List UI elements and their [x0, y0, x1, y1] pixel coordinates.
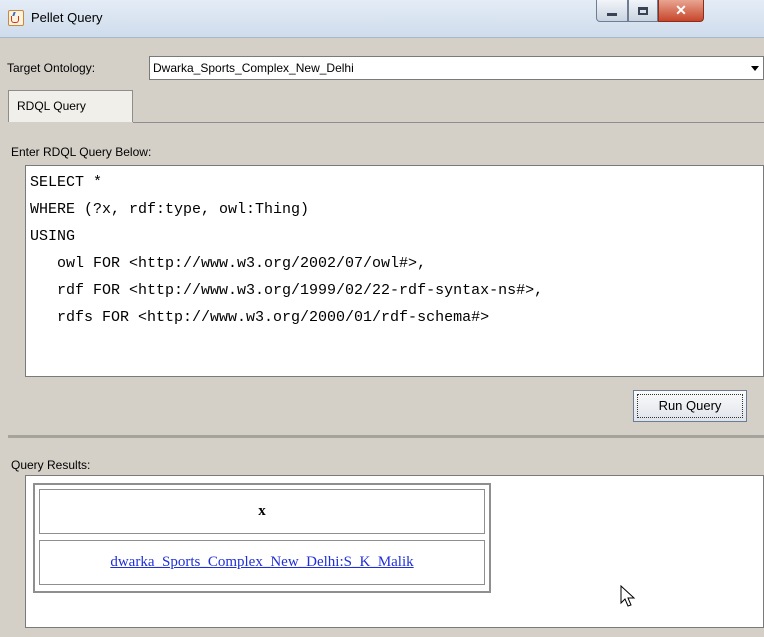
run-query-label: Run Query	[658, 398, 722, 413]
query-line: SELECT *	[30, 174, 103, 191]
maximize-button[interactable]	[628, 0, 658, 22]
result-link[interactable]: dwarka_Sports_Complex_New_Delhi:S_K_Mali…	[110, 554, 413, 571]
title-bar[interactable]: Pellet Query ✕	[0, 0, 764, 38]
run-query-button[interactable]: Run Query	[633, 390, 747, 422]
query-line: rdf FOR <http://www.w3.org/1999/02/22-rd…	[30, 282, 544, 299]
close-button[interactable]: ✕	[658, 0, 704, 22]
minimize-button[interactable]	[596, 0, 628, 22]
results-table: x dwarka_Sports_Complex_New_Delhi:S_K_Ma…	[33, 483, 491, 593]
tab-rdql-query[interactable]: RDQL Query	[8, 90, 133, 122]
results-panel: x dwarka_Sports_Complex_New_Delhi:S_K_Ma…	[25, 475, 764, 628]
target-ontology-value: Dwarka_Sports_Complex_New_Delhi	[153, 61, 354, 75]
column-header-x: x	[39, 489, 485, 534]
window-controls: ✕	[596, 0, 704, 25]
query-textarea[interactable]: SELECT * WHERE (?x, rdf:type, owl:Thing)…	[25, 165, 764, 377]
chevron-down-icon[interactable]	[751, 66, 759, 71]
panel-splitter[interactable]	[8, 435, 764, 438]
mouse-pointer-icon	[620, 584, 636, 612]
close-icon: ✕	[675, 2, 687, 18]
minimize-icon	[607, 13, 617, 16]
query-line: WHERE (?x, rdf:type, owl:Thing)	[30, 201, 310, 218]
tab-divider	[133, 122, 764, 123]
results-label: Query Results:	[11, 458, 91, 472]
query-line: owl FOR <http://www.w3.org/2002/07/owl#>…	[30, 255, 427, 272]
target-ontology-label: Target Ontology:	[7, 61, 96, 75]
pellet-query-window: Pellet Query ✕ Target Ontology: Dwarka_S…	[0, 0, 764, 637]
query-line: rdfs FOR <http://www.w3.org/2000/01/rdf-…	[30, 309, 490, 326]
query-label: Enter RDQL Query Below:	[11, 145, 152, 159]
java-app-icon	[8, 10, 24, 26]
table-cell: dwarka_Sports_Complex_New_Delhi:S_K_Mali…	[39, 540, 485, 585]
window-title: Pellet Query	[31, 10, 103, 25]
maximize-icon	[638, 6, 648, 15]
query-line: USING	[30, 228, 76, 245]
tab-label: RDQL Query	[17, 99, 86, 113]
target-ontology-select[interactable]: Dwarka_Sports_Complex_New_Delhi	[149, 56, 764, 80]
